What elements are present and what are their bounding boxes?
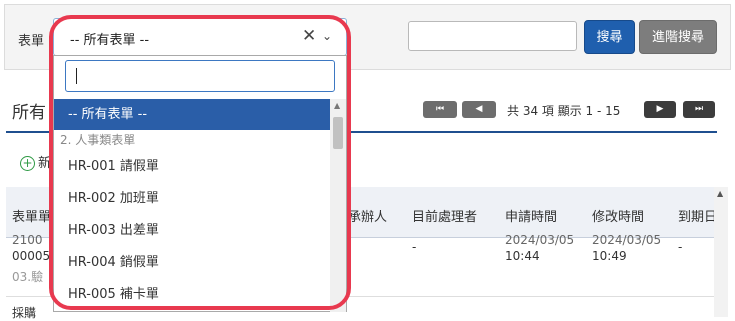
form-label: 表單 (18, 34, 45, 49)
new-form-link[interactable]: + 新 (20, 152, 51, 171)
scrollbar-thumb[interactable] (333, 117, 343, 149)
search-button[interactable]: 搜尋 (584, 20, 635, 54)
column-header-handler[interactable]: 承辦人 (348, 206, 387, 225)
column-header-due[interactable]: 到期日 (678, 206, 717, 225)
row-id-line2[interactable]: 00005 (12, 249, 50, 263)
search-input[interactable] (408, 21, 577, 51)
first-page-button[interactable]: ⏮ (423, 101, 457, 118)
row-type: 03.驗 (12, 270, 44, 284)
prev-page-button[interactable]: ◀ (462, 101, 496, 118)
option-hr-002[interactable]: HR-002 加班單 (54, 183, 330, 214)
chevron-down-icon[interactable]: ⌄ (322, 29, 332, 43)
row-due: - (678, 240, 683, 254)
scroll-up-icon[interactable]: ▲ (334, 101, 340, 110)
column-header-submitted[interactable]: 申請時間 (505, 206, 557, 225)
dropdown-search-input[interactable] (65, 60, 335, 92)
column-header-current-processor[interactable]: 目前處理者 (412, 206, 477, 225)
clear-icon[interactable]: ✕ (302, 26, 316, 46)
form-select[interactable]: -- 所有表單 -- ✕ ⌄ (53, 18, 347, 56)
table-scrollbar[interactable]: ▲ (714, 187, 728, 317)
form-select-dropdown: -- 所有表單 -- 2. 人事類表單 HR-001 請假單 HR-002 加班… (53, 55, 347, 312)
new-form-label: 新 (38, 156, 52, 171)
plus-icon: + (20, 156, 35, 171)
dropdown-scrollbar[interactable]: ▲ (330, 99, 346, 312)
scroll-up-icon[interactable]: ▲ (717, 189, 723, 198)
text-caret (76, 68, 77, 84)
row-handler: - (412, 240, 417, 254)
option-hr-003[interactable]: HR-003 出差單 (54, 215, 330, 246)
option-group-hr: 2. 人事類表單 (60, 133, 136, 147)
row-submitted-date: 2024/03/05 (505, 233, 575, 247)
dropdown-options: -- 所有表單 -- 2. 人事類表單 HR-001 請假單 HR-002 加班… (54, 99, 330, 312)
form-select-value: -- 所有表單 -- (70, 33, 150, 48)
option-hr-005[interactable]: HR-005 補卡單 (54, 279, 330, 310)
option-all-forms[interactable]: -- 所有表單 -- (54, 99, 330, 130)
row-modified-time: 10:49 (592, 249, 627, 263)
next-row-text: 採購 (12, 306, 37, 320)
row-id-line1: 2100 (12, 233, 43, 247)
next-page-button[interactable]: ▶ (644, 101, 676, 118)
row-submitted-time: 10:44 (505, 249, 540, 263)
advanced-search-button[interactable]: 進階搜尋 (639, 20, 717, 54)
page-title: 所有 (12, 103, 46, 123)
row-modified-date: 2024/03/05 (592, 233, 662, 247)
column-header-form[interactable]: 表單單 (12, 206, 51, 225)
option-hr-004[interactable]: HR-004 銷假單 (54, 247, 330, 278)
last-page-button[interactable]: ⏭ (683, 101, 715, 118)
page-info: 共 34 項 顯示 1 - 15 (507, 104, 621, 118)
column-header-modified[interactable]: 修改時間 (592, 206, 644, 225)
option-hr-001[interactable]: HR-001 請假單 (54, 151, 330, 182)
